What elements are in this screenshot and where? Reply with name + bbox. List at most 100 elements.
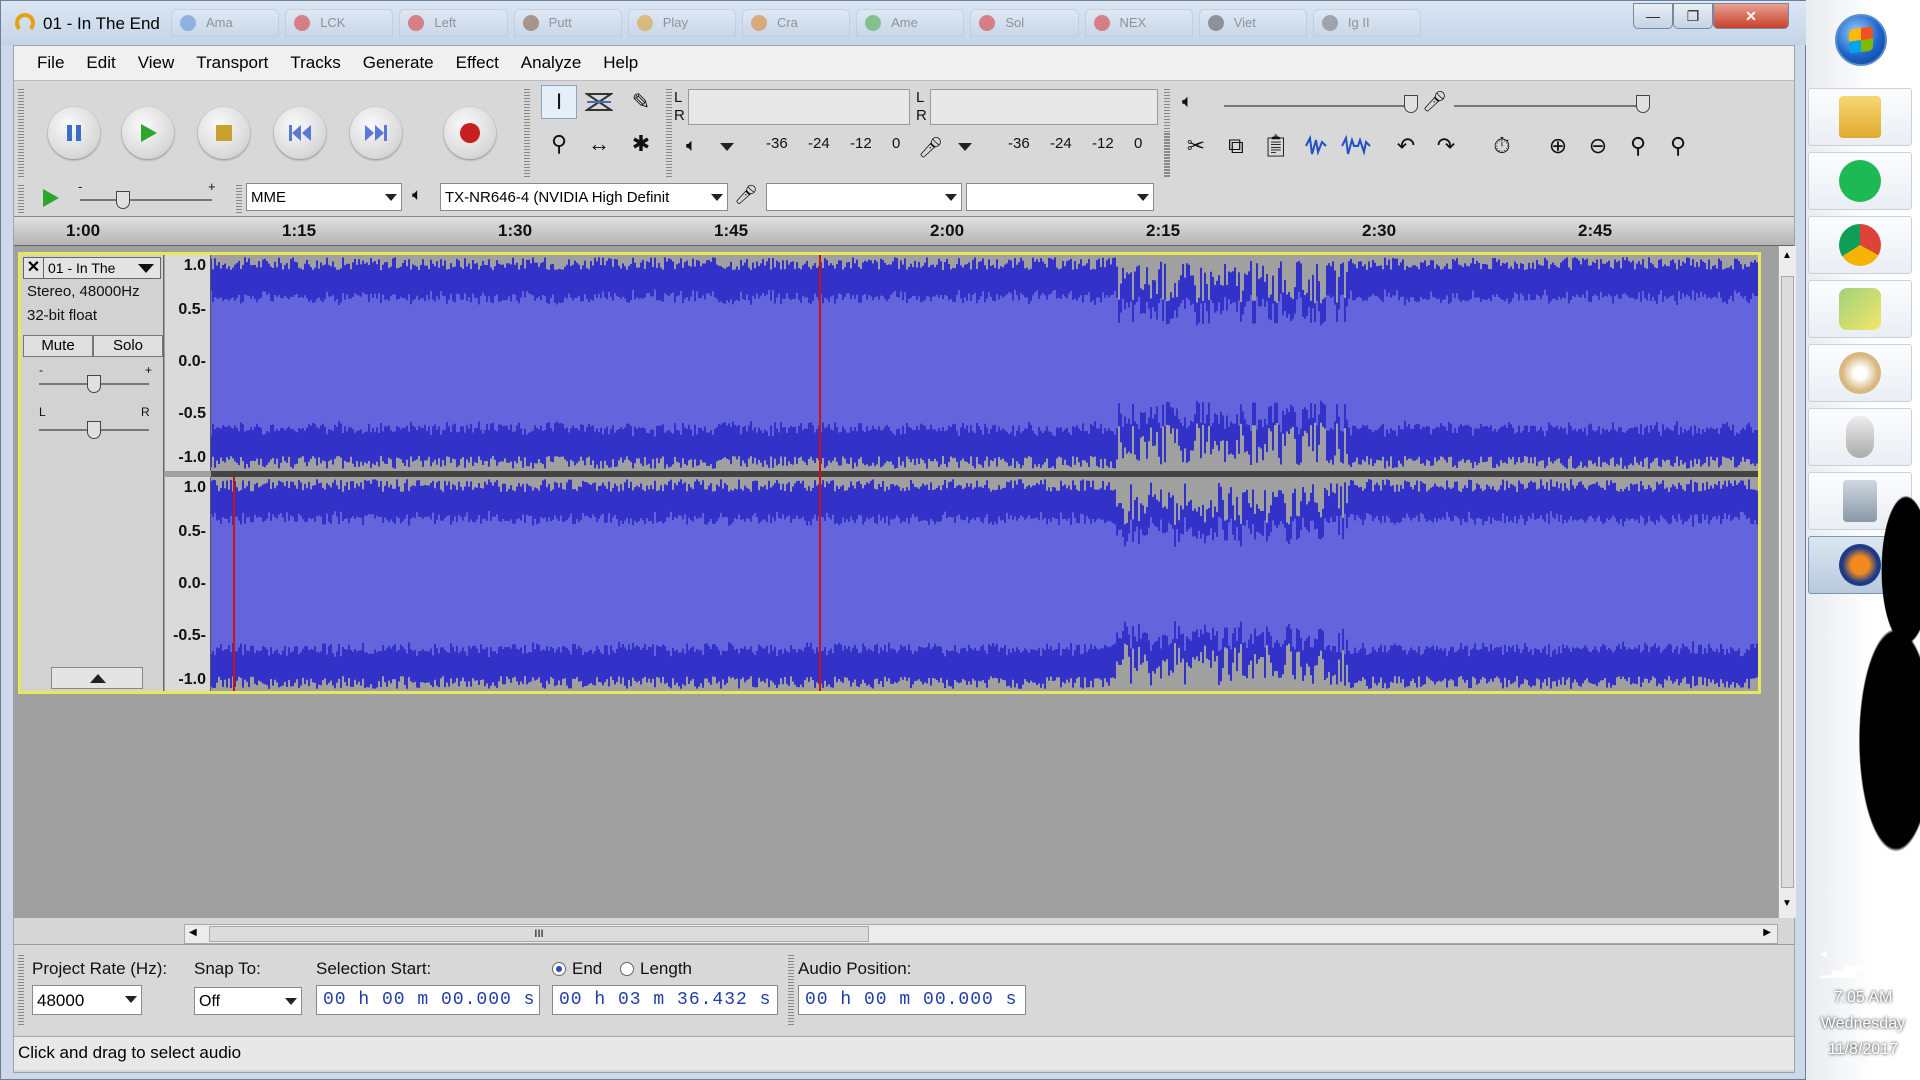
- input-channels-select[interactable]: [966, 183, 1154, 211]
- timeline-ruler[interactable]: 1:00 1:15 1:30 1:45 2:00 2:15 2:30 2:45: [14, 216, 1794, 246]
- undo-button[interactable]: ↶: [1388, 129, 1424, 163]
- record-button[interactable]: [444, 107, 496, 159]
- audio-position-field[interactable]: 00 h 00 m 00.000 s: [798, 985, 1026, 1015]
- action-center-flag-icon[interactable]: ⚑: [1890, 957, 1906, 978]
- start-button[interactable]: [1835, 14, 1887, 66]
- end-radio[interactable]: End: [552, 959, 602, 979]
- playback-meter[interactable]: [688, 89, 910, 125]
- cut-button[interactable]: ✂: [1178, 129, 1214, 163]
- toolbar-grip[interactable]: [18, 185, 24, 213]
- multi-tool-button[interactable]: ✱: [623, 127, 659, 161]
- toolbar-grip[interactable]: [1164, 133, 1170, 177]
- volume-icon[interactable]: 🔈︎: [1856, 957, 1867, 978]
- envelope-tool-button[interactable]: [581, 85, 617, 119]
- toolbar-grip[interactable]: [18, 89, 24, 179]
- scroll-right-arrow-icon[interactable]: ▶: [1763, 927, 1771, 938]
- end-radio-indicator[interactable]: [552, 962, 566, 976]
- minimize-button[interactable]: —: [1633, 3, 1673, 29]
- menu-transport[interactable]: Transport: [185, 53, 279, 73]
- fit-selection-button[interactable]: ⚲: [1620, 129, 1656, 163]
- fit-project-button[interactable]: ⚲: [1660, 129, 1696, 163]
- silence-button[interactable]: [1338, 129, 1374, 163]
- output-device-select[interactable]: TX-NR646-4 (NVIDIA High Definit: [440, 183, 728, 211]
- input-volume-thumb[interactable]: [1636, 95, 1650, 113]
- speaker-meter-icon[interactable]: 🔈︎: [686, 135, 697, 156]
- redo-button[interactable]: ↷: [1428, 129, 1464, 163]
- taskbar-paint[interactable]: [1808, 344, 1912, 402]
- menu-generate[interactable]: Generate: [352, 53, 445, 73]
- copy-button[interactable]: ⧉: [1218, 129, 1254, 163]
- ghost-tab[interactable]: Putt: [513, 9, 622, 37]
- time-shift-tool-button[interactable]: ↔: [581, 127, 617, 161]
- ghost-tab[interactable]: Play: [627, 9, 736, 37]
- waveform-left-channel[interactable]: [211, 255, 1758, 471]
- ghost-tab[interactable]: Ig II: [1312, 9, 1422, 37]
- zoom-in-button[interactable]: ⊕: [1540, 129, 1576, 163]
- ghost-tab[interactable]: Ame: [856, 9, 965, 37]
- selection-end-field[interactable]: 00 h 03 m 36.432 s: [552, 985, 778, 1015]
- output-volume-slider[interactable]: [1224, 105, 1414, 107]
- stop-button[interactable]: [198, 107, 250, 159]
- toolbar-grip[interactable]: [524, 89, 530, 179]
- zoom-out-button[interactable]: ⊖: [1580, 129, 1616, 163]
- menu-analyze[interactable]: Analyze: [510, 53, 592, 73]
- selection-start-field[interactable]: 00 h 00 m 00.000 s: [316, 985, 540, 1015]
- draw-tool-button[interactable]: ✎: [623, 85, 659, 119]
- record-meter-dropdown-arrow[interactable]: [958, 143, 972, 151]
- tracks-panel[interactable]: ✕ 01 - In The Stereo, 48000Hz 32-bit flo…: [14, 246, 1778, 918]
- toolbar-grip[interactable]: [788, 955, 794, 1025]
- taskbar-file-explorer[interactable]: [1808, 88, 1912, 146]
- ghost-tab[interactable]: Viet: [1198, 9, 1307, 37]
- mute-button[interactable]: Mute: [23, 335, 93, 357]
- audio-track[interactable]: ✕ 01 - In The Stereo, 48000Hz 32-bit flo…: [18, 252, 1761, 694]
- track-menu-arrow-icon[interactable]: [138, 264, 154, 273]
- length-radio[interactable]: Length: [620, 959, 692, 979]
- record-meter[interactable]: [930, 89, 1158, 125]
- input-volume-slider[interactable]: [1454, 105, 1644, 107]
- close-track-icon[interactable]: ✕: [24, 258, 44, 278]
- output-volume-thumb[interactable]: [1404, 95, 1418, 113]
- track-name-menu[interactable]: ✕ 01 - In The: [23, 257, 161, 279]
- play-button[interactable]: [122, 107, 174, 159]
- skip-to-end-button[interactable]: [350, 107, 402, 159]
- sync-lock-button[interactable]: ⏱: [1484, 129, 1520, 163]
- horizontal-scroll-thumb[interactable]: III: [209, 926, 869, 942]
- vertical-scroll-thumb[interactable]: [1781, 276, 1794, 888]
- trim-button[interactable]: [1298, 129, 1334, 163]
- ghost-tab[interactable]: Cra: [741, 9, 851, 37]
- microphone-meter-icon[interactable]: 🎤︎: [918, 135, 943, 160]
- zoom-tool-button[interactable]: ⚲: [541, 127, 577, 161]
- scroll-left-arrow-icon[interactable]: ◀: [189, 927, 197, 938]
- menu-help[interactable]: Help: [592, 53, 649, 73]
- network-icon[interactable]: ▁▃▅: [1820, 959, 1857, 979]
- ghost-tab[interactable]: Left: [399, 9, 508, 37]
- input-device-select[interactable]: [766, 183, 962, 211]
- title-bar[interactable]: 01 - In The End Ama LCK Left Putt Play C…: [1, 1, 1807, 45]
- ghost-tab[interactable]: NEX: [1084, 9, 1193, 37]
- play-speed-thumb[interactable]: [116, 191, 130, 209]
- play-at-speed-button[interactable]: [32, 181, 68, 215]
- length-radio-indicator[interactable]: [620, 962, 634, 976]
- ghost-tab[interactable]: Ama: [171, 9, 280, 37]
- waveform-right-channel[interactable]: [211, 477, 1758, 691]
- scroll-down-arrow-icon[interactable]: ▼: [1782, 898, 1792, 909]
- selection-tool-button[interactable]: I: [541, 85, 577, 119]
- taskbar-sticky-notes[interactable]: [1808, 280, 1912, 338]
- collapse-track-button[interactable]: [51, 667, 143, 689]
- paste-button[interactable]: 📋︎: [1258, 129, 1294, 163]
- vertical-scrollbar[interactable]: ▲ ▼: [1778, 246, 1796, 918]
- snap-to-select[interactable]: Off: [194, 987, 302, 1015]
- taskbar-chrome[interactable]: [1808, 216, 1912, 274]
- menu-effect[interactable]: Effect: [445, 53, 510, 73]
- ghost-tab[interactable]: LCK: [285, 9, 394, 37]
- play-speed-slider[interactable]: [80, 199, 212, 201]
- solo-button[interactable]: Solo: [93, 335, 163, 357]
- project-rate-select[interactable]: 48000: [32, 985, 142, 1015]
- toolbar-grip[interactable]: [18, 955, 24, 1025]
- pan-thumb[interactable]: [87, 421, 101, 439]
- horizontal-scrollbar[interactable]: ◀ III ▶: [184, 924, 1778, 944]
- playback-meter-dropdown-arrow[interactable]: [720, 143, 734, 151]
- skip-to-start-button[interactable]: [274, 107, 326, 159]
- menu-edit[interactable]: Edit: [75, 53, 126, 73]
- close-button[interactable]: ✕: [1713, 3, 1789, 29]
